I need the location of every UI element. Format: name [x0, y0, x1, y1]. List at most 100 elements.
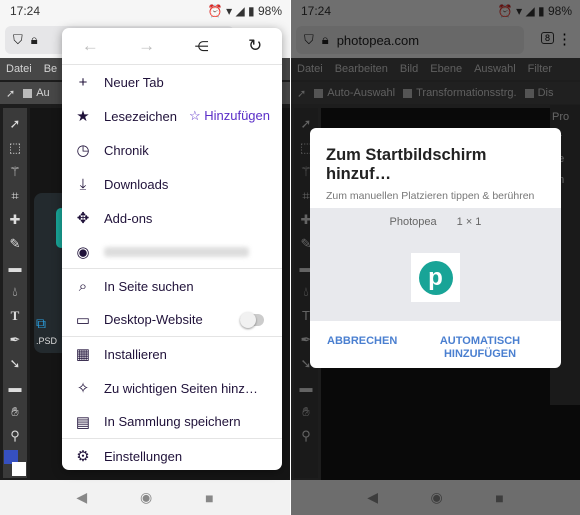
- crop-icon[interactable]: ⌗: [302, 186, 309, 205]
- pen-icon[interactable]: ✒: [10, 330, 21, 349]
- menu-item-desktop-website[interactable]: ▭ Desktop-Website: [62, 303, 282, 337]
- brush-icon[interactable]: ✎: [10, 234, 21, 253]
- shortcut-preview: Photopea 1 × 1 p: [310, 208, 561, 321]
- menu-item-chronik[interactable]: ◷ Chronik: [62, 133, 282, 167]
- dialog-title: Zum Startbildschirm hinzuf…: [326, 146, 487, 183]
- text-tool-icon[interactable]: T: [11, 306, 20, 325]
- right-screenshot: 17:24 ⏰ ▾ ◢ ▮ 98% ⛉ 🔒︎ photopea.com 8 ⋮ Da…: [291, 0, 580, 515]
- menu-item-neuer-tab[interactable]: + Neuer Tab: [62, 65, 282, 99]
- overflow-menu-icon[interactable]: ⋮: [557, 30, 572, 48]
- shape-icon[interactable]: ▬: [9, 378, 22, 397]
- menu-item-label: Add-ons: [104, 210, 153, 226]
- move-tool-icon: ➚: [6, 87, 16, 100]
- menu-item-label: Downloads: [104, 176, 169, 192]
- menu-bearbeiten[interactable]: Be: [44, 63, 57, 75]
- battery-level: 98%: [257, 4, 282, 18]
- move-tool-icon: ➚: [297, 87, 307, 100]
- account-icon: ◉: [76, 243, 90, 261]
- url-text: photopea.com: [336, 32, 420, 48]
- recents-icon[interactable]: ■: [495, 490, 503, 506]
- plus-icon: +: [78, 73, 88, 91]
- menu-item-label: Lesezeichen: [104, 108, 177, 124]
- dialog-subtitle: Zum manuellen Platzieren tippen & berühr…: [326, 190, 535, 202]
- toolbar: ➚ ⬚ ⚚ ⌗ ✚ ✎ ▬ 💧︎ T ✒ ➘ ▬ ✋︎ ⚲: [3, 108, 27, 478]
- menu-item-lesezeichen[interactable]: ★ Lesezeichen ☆ Hinzufügen: [62, 99, 282, 133]
- browser-menu: ← → ⋲ ↻ + Neuer Tab ★ Lesezeichen ☆ Hinzufüg…: [62, 28, 282, 470]
- menu-item-label: Zu wichtigen Seiten hinz…: [104, 380, 258, 396]
- options-bar: ➚ Auto-Auswahl Transformationsstrg. Dis: [291, 82, 580, 104]
- menu-item-installieren[interactable]: ▦ Installieren: [62, 337, 282, 371]
- install-icon: ▦: [75, 346, 91, 363]
- text-tool-icon[interactable]: T: [302, 306, 310, 325]
- puzzle-icon: ✥: [76, 210, 90, 227]
- url-field[interactable]: ⛉ 🔒︎ photopea.com: [296, 26, 524, 54]
- hand-icon[interactable]: ✋︎: [302, 402, 309, 421]
- auto-add-button[interactable]: AUTOMATISCH HINZUFÜGEN: [430, 335, 530, 361]
- cancel-button[interactable]: ABBRECHEN: [327, 335, 397, 348]
- menu-item-zu-wichtigen-seiten-hinz[interactable]: ✧ Zu wichtigen Seiten hinz…: [62, 371, 282, 405]
- magic-wand-icon[interactable]: ⚚: [9, 162, 21, 181]
- add-bookmark-button[interactable]: ☆ Hinzufügen: [189, 108, 270, 124]
- laptop-icon: ▭: [75, 311, 91, 329]
- menu-item-add-ons[interactable]: ✥ Add-ons: [62, 201, 282, 235]
- auto-select-option[interactable]: Au: [23, 87, 50, 99]
- crop-icon[interactable]: ⌗: [11, 186, 18, 205]
- clock: 17:24: [301, 4, 332, 18]
- share-icon[interactable]: ⋲: [195, 38, 209, 55]
- recents-icon[interactable]: ■: [205, 490, 213, 506]
- history-clock-icon: ◷: [76, 142, 90, 159]
- shape-icon[interactable]: ▬: [300, 378, 313, 397]
- pin-icon: ✧: [76, 380, 90, 397]
- back-arrow-icon[interactable]: ←: [82, 36, 99, 56]
- menu-item-label: In Sammlung speichern: [104, 414, 241, 429]
- psd-file-icon[interactable]: ⧉: [36, 315, 46, 332]
- menu-item-einstellungen[interactable]: ⚙ Einstellungen: [62, 439, 282, 473]
- desktop-site-toggle[interactable]: [240, 311, 264, 328]
- back-icon[interactable]: ◀: [367, 489, 378, 506]
- zoom-icon[interactable]: ⚲: [10, 426, 20, 445]
- menu-item-label: Einstellungen: [104, 448, 183, 464]
- shield-icon[interactable]: ⛉: [13, 32, 23, 48]
- forward-arrow-icon[interactable]: →: [138, 36, 155, 56]
- panel-tab[interactable]: Pro: [552, 107, 578, 128]
- menu-bild[interactable]: Bild: [400, 63, 418, 75]
- menu-filter[interactable]: Filter: [528, 63, 552, 75]
- download-icon: ⤓: [79, 175, 87, 193]
- color-swatches[interactable]: [4, 450, 26, 476]
- distance-option[interactable]: Dis: [524, 87, 553, 99]
- menu-ebene[interactable]: Ebene: [430, 63, 462, 75]
- healing-icon[interactable]: ✚: [10, 210, 21, 229]
- menu-item-in-sammlung-speichern[interactable]: ▤ In Sammlung speichern: [62, 405, 282, 439]
- collection-icon: ▤: [75, 413, 91, 431]
- home-icon[interactable]: ◉: [140, 489, 152, 506]
- menu-bearbeiten[interactable]: Bearbeiten: [335, 63, 388, 75]
- menu-item-in-seite-suchen[interactable]: ⌕ In Seite suchen: [62, 269, 282, 303]
- zoom-icon[interactable]: ⚲: [301, 426, 311, 445]
- transform-controls-option[interactable]: Transformationsstrg.: [403, 87, 517, 99]
- home-icon[interactable]: ◉: [431, 489, 443, 506]
- photopea-app-icon[interactable]: p: [411, 253, 460, 302]
- menu-item-downloads[interactable]: ⤓ Downloads: [62, 167, 282, 201]
- menu-item-label: Desktop-Website: [104, 312, 203, 327]
- widget-size: 1 × 1: [456, 216, 482, 228]
- path-select-icon[interactable]: ➘: [10, 354, 21, 373]
- menu-datei[interactable]: Datei: [6, 63, 32, 75]
- account-name-blurred: [104, 246, 249, 257]
- android-nav-bar: ◀ ◉ ■: [291, 480, 580, 515]
- shield-icon[interactable]: ⛉: [304, 32, 314, 48]
- menu-auswahl[interactable]: Auswahl: [474, 63, 516, 75]
- tab-count-button[interactable]: 8: [540, 32, 554, 44]
- back-icon[interactable]: ◀: [76, 489, 87, 506]
- bookmark-star-icon: ★: [76, 108, 90, 125]
- menu-datei[interactable]: Datei: [297, 63, 323, 75]
- blur-icon[interactable]: 💧︎: [303, 282, 308, 301]
- move-tool-icon[interactable]: ➚: [10, 114, 21, 133]
- menu-item-account[interactable]: ◉: [62, 235, 282, 269]
- reload-icon[interactable]: ↻: [248, 36, 262, 56]
- auto-select-option[interactable]: Auto-Auswahl: [314, 87, 395, 99]
- gradient-icon[interactable]: ▬: [9, 258, 22, 277]
- blur-icon[interactable]: 💧︎: [12, 282, 17, 301]
- marquee-tool-icon[interactable]: ⬚: [9, 138, 21, 157]
- hand-icon[interactable]: ✋︎: [11, 402, 18, 421]
- android-nav-bar: ◀ ◉ ■: [0, 480, 290, 515]
